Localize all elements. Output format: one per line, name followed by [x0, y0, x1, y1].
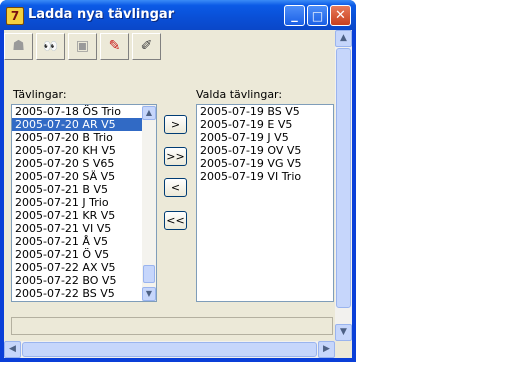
available-list-item[interactable]: 2005-07-21 KR V5	[12, 209, 156, 222]
minimize-button[interactable]: _	[284, 5, 305, 26]
horizontal-scroll-thumb[interactable]	[22, 342, 317, 357]
scroll-right-icon[interactable]: ▶	[318, 341, 335, 358]
add-button[interactable]: >	[164, 115, 187, 134]
available-list-item[interactable]: 2005-07-21 J Trio	[12, 196, 156, 209]
available-list-item[interactable]: 2005-07-21 B V5	[12, 183, 156, 196]
scroll-left-icon[interactable]: ◀	[4, 341, 21, 358]
available-list-item[interactable]: 2005-07-20 KH V5	[12, 144, 156, 157]
app-icon[interactable]: 7	[6, 7, 24, 25]
close-button[interactable]: ✕	[330, 5, 351, 26]
pen-icon[interactable]: ✎	[100, 33, 129, 60]
chosen-list[interactable]: 2005-07-19 BS V5 2005-07-19 E V5 2005-07-1…	[196, 104, 334, 302]
export-icon[interactable]: ☗	[4, 33, 33, 60]
window-title: Ladda nya tävlingar	[28, 7, 175, 22]
available-list-item[interactable]: 2005-07-21 Ö V5	[12, 248, 156, 261]
available-list-item[interactable]: 2005-07-22 AX V5	[12, 261, 156, 274]
list-scroll-thumb[interactable]	[143, 265, 155, 283]
maximize-button[interactable]: □	[307, 5, 328, 26]
available-label: Tävlingar:	[13, 88, 67, 101]
list-scroll-down-icon[interactable]: ▼	[142, 287, 156, 301]
window-horizontal-scrollbar[interactable]: ◀ ▶	[4, 341, 335, 358]
resize-grip-icon[interactable]	[335, 341, 352, 358]
available-list-item[interactable]: 2005-07-18 ÖS Trio	[12, 105, 156, 118]
title-bar[interactable]: 7 Ladda nya tävlingar _ □ ✕	[0, 0, 356, 30]
available-list-item[interactable]: 2005-07-20 S V65	[12, 157, 156, 170]
available-list-item[interactable]: 2005-07-21 VI V5	[12, 222, 156, 235]
save-icon[interactable]: ▣	[68, 33, 97, 60]
toolbar: ☗ 👀 ▣ ✎ ✐	[4, 30, 334, 62]
scroll-up-icon[interactable]: ▲	[335, 30, 352, 47]
add-all-button[interactable]: >>	[164, 147, 187, 166]
available-list-item[interactable]: 2005-07-22 BS V5	[12, 287, 156, 300]
chosen-list-item[interactable]: 2005-07-19 VI Trio	[197, 170, 333, 183]
available-list-item[interactable]: 2005-07-20 AR V5	[12, 118, 156, 131]
chosen-list-item[interactable]: 2005-07-19 E V5	[197, 118, 333, 131]
available-list-item[interactable]: 2005-07-20 B Trio	[12, 131, 156, 144]
chosen-list-item[interactable]: 2005-07-19 BS V5	[197, 105, 333, 118]
available-list-item[interactable]: 2005-07-21 Å V5	[12, 235, 156, 248]
chosen-list-item[interactable]: 2005-07-19 OV V5	[197, 144, 333, 157]
available-list-item[interactable]: 2005-07-22 BO V5	[12, 274, 156, 287]
vertical-scroll-thumb[interactable]	[336, 48, 351, 308]
scroll-down-icon[interactable]: ▼	[335, 324, 352, 341]
chosen-label: Valda tävlingar:	[196, 88, 283, 101]
available-list-item[interactable]: 2005-07-20 SÄ V5	[12, 170, 156, 183]
chosen-list-item[interactable]: 2005-07-19 VG V5	[197, 157, 333, 170]
chosen-list-item[interactable]: 2005-07-19 J V5	[197, 131, 333, 144]
main-window: 7 Ladda nya tävlingar _ □ ✕ ☗ 👀 ▣ ✎ ✐ Tä…	[0, 0, 356, 362]
eraser-icon[interactable]: ✐	[132, 33, 161, 60]
remove-all-button[interactable]: <<	[164, 211, 187, 230]
window-vertical-scrollbar[interactable]: ▲ ▼	[335, 30, 352, 341]
list-scroll-up-icon[interactable]: ▲	[142, 106, 156, 120]
remove-button[interactable]: <	[164, 178, 187, 197]
binoculars-icon[interactable]: 👀	[36, 33, 65, 60]
status-bar	[11, 317, 333, 335]
available-list[interactable]: 2005-07-18 ÖS Trio 2005-07-20 AR V5 2005-0…	[11, 104, 157, 302]
client-area: ☗ 👀 ▣ ✎ ✐ Tävlingar: 2005-07-18 ÖS Trio 2…	[4, 30, 352, 358]
available-list-scrollbar[interactable]: ▲ ▼	[142, 105, 156, 301]
